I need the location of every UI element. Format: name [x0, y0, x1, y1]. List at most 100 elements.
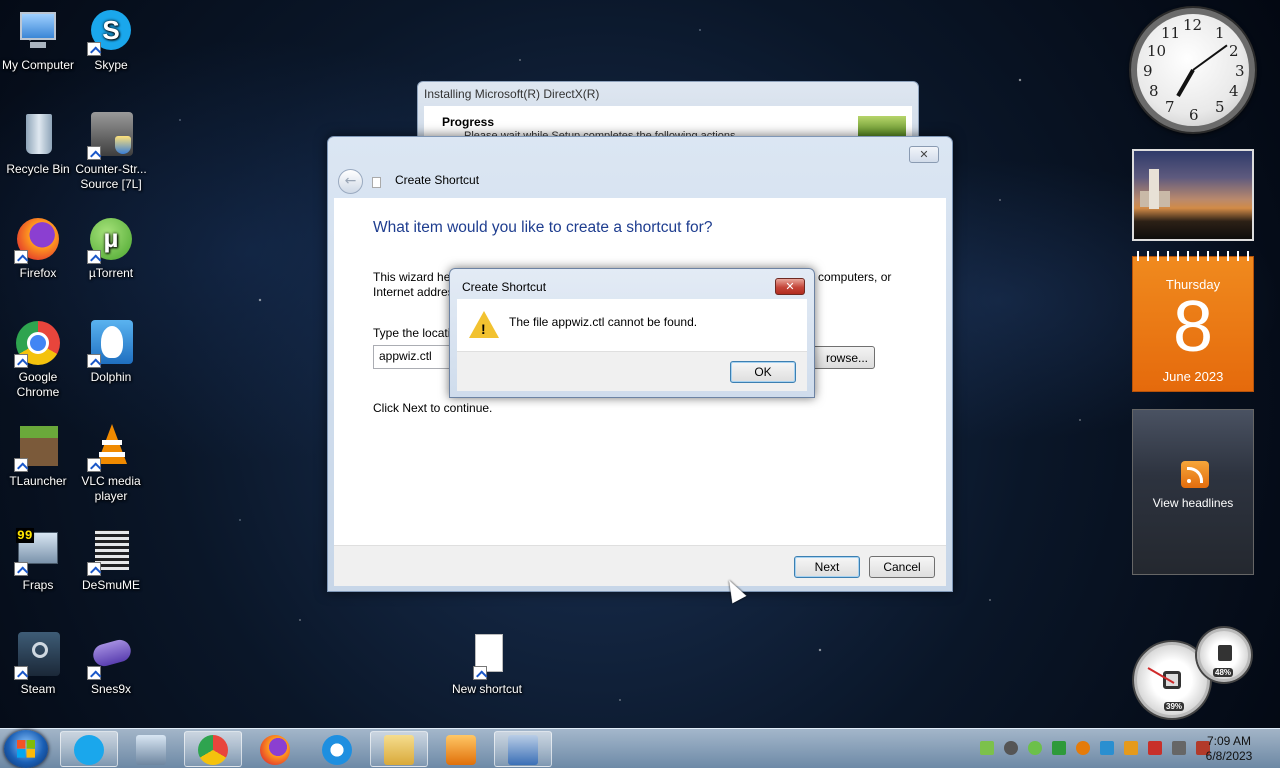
dialog-title: Create Shortcut [462, 280, 547, 294]
desktop-icon-desmume[interactable]: DeSmuME [73, 528, 149, 593]
clock-gadget[interactable]: 12 1 2 3 4 5 6 7 8 9 10 11 [1131, 8, 1255, 132]
error-dialog[interactable]: Create Shortcut ✕ ! The file appwiz.ctl … [449, 268, 815, 398]
desktop-icon-label: Steam [20, 682, 56, 696]
tray-flag-icon[interactable] [1148, 741, 1162, 755]
desktop-icon-my-computer[interactable]: My Computer [0, 8, 76, 73]
tray-monitor-icon[interactable] [1100, 741, 1114, 755]
next-button[interactable]: Next [794, 556, 860, 578]
taskbar-item-skype[interactable] [60, 731, 118, 767]
shortcut-icon [372, 177, 381, 188]
desktop-icon-new-shortcut[interactable]: New shortcut [449, 632, 525, 697]
desktop-icon-google-chrome[interactable]: Google Chrome [0, 320, 76, 400]
close-button[interactable]: ✕ [909, 146, 939, 163]
desktop-icon-dolphin[interactable]: Dolphin [73, 320, 149, 385]
steam-icon [14, 632, 62, 680]
taskbar-time: 7:09 AM [1206, 734, 1252, 748]
tray-refresh-icon[interactable] [1004, 741, 1018, 755]
desktop-icon-recycle-bin[interactable]: Recycle Bin [0, 112, 76, 177]
clock-number: 6 [1189, 106, 1199, 124]
desktop-icon-label: DeSmuME [81, 578, 140, 592]
desktop-icon-label: TLauncher [9, 474, 67, 488]
tray-utorrent-icon[interactable] [1028, 741, 1042, 755]
taskbar: 7:09 AM 6/8/2023 [0, 728, 1280, 768]
snes9x-icon [87, 632, 135, 680]
view-headlines-link[interactable]: View headlines [1133, 496, 1253, 510]
clock-number: 7 [1165, 98, 1175, 116]
taskbar-item-internet-explorer[interactable] [308, 731, 366, 767]
cpu-value: 39% [1164, 702, 1185, 711]
directx-logo-icon [858, 116, 906, 136]
wizard-heading: What item would you like to create a sho… [373, 219, 713, 236]
taskbar-date: 6/8/2023 [1205, 749, 1253, 763]
desktop-icon-fraps[interactable]: 99 Fraps [0, 528, 76, 593]
media-player-icon [446, 735, 476, 765]
dialog-footer: OK [457, 351, 807, 391]
desktop-icon-label: Skype [94, 58, 128, 72]
taskbar-clock[interactable]: 7:09 AM 6/8/2023 [1196, 734, 1262, 764]
cancel-button[interactable]: Cancel [869, 556, 935, 578]
tray-search-icon[interactable] [1076, 741, 1090, 755]
desktop-icon-counter-strike[interactable]: Counter-Str... Source [7L] [73, 112, 149, 192]
clock-number: 2 [1229, 42, 1239, 60]
warning-mark: ! [481, 321, 486, 337]
rss-icon [1181, 461, 1209, 488]
desktop-icon-firefox[interactable]: Firefox [0, 216, 76, 281]
internet-explorer-icon [322, 735, 352, 765]
tray-app-icon[interactable] [980, 741, 994, 755]
computer-icon [14, 8, 62, 56]
clock-number: 3 [1235, 62, 1245, 80]
tray-warning-icon[interactable] [1124, 741, 1138, 755]
memory-meter-gadget[interactable]: 48% [1197, 628, 1251, 682]
taskbar-item-firefox[interactable] [246, 731, 304, 767]
clock-number: 10 [1147, 42, 1167, 60]
clock-number: 1 [1215, 24, 1225, 42]
chrome-icon [198, 735, 228, 765]
taskbar-item-chrome[interactable] [184, 731, 242, 767]
desktop-icon-label: µTorrent [88, 266, 134, 280]
desktop-icon-skype[interactable]: S Skype [73, 8, 149, 73]
feed-headlines-gadget[interactable]: View headlines [1132, 409, 1254, 575]
clock-number: 12 [1183, 16, 1203, 34]
taskbar-item-media-player[interactable] [432, 731, 490, 767]
start-button[interactable] [4, 730, 48, 768]
close-button[interactable]: ✕ [775, 278, 805, 295]
window-title: Installing Microsoft(R) DirectX(R) [424, 87, 600, 101]
file-icon [463, 632, 511, 680]
description-line-1-end: computers, or [818, 270, 892, 284]
desktop-icon-label: New shortcut [451, 682, 523, 696]
desmume-icon [87, 528, 135, 576]
desktop-icon-label: Fraps [22, 578, 54, 592]
memory-value: 48% [1213, 668, 1234, 677]
desktop-icon-label: Snes9x [90, 682, 132, 696]
recycle-bin-icon [14, 112, 62, 160]
clock-number: 4 [1229, 82, 1239, 100]
clock-number: 5 [1215, 98, 1225, 116]
back-button[interactable]: ← [338, 169, 363, 194]
taskbar-item-directx-setup[interactable] [494, 731, 552, 767]
desktop-icon-label: Dolphin [90, 370, 132, 384]
calendar-rings [1133, 251, 1253, 261]
chrome-icon [14, 320, 62, 368]
wizard-title: Create Shortcut [395, 173, 480, 187]
counter-strike-icon [87, 112, 135, 160]
desktop-icon-label: Counter-Str... Source [7L] [75, 162, 147, 191]
taskbar-item-fraps[interactable] [122, 731, 180, 767]
calendar-gadget[interactable]: Thursday 8 June 2023 [1132, 251, 1254, 392]
desktop-icon-steam[interactable]: Steam [0, 632, 76, 697]
desktop-icon-snes9x[interactable]: Snes9x [73, 632, 149, 697]
fraps-icon [136, 735, 166, 765]
slideshow-gadget[interactable] [1132, 149, 1254, 241]
minute-hand [1192, 44, 1228, 71]
desktop-icon-label: Google Chrome [16, 370, 60, 399]
taskbar-item-file-explorer[interactable] [370, 731, 428, 767]
tray-green-icon[interactable] [1052, 741, 1066, 755]
desktop-icon-vlc[interactable]: VLC media player [73, 424, 149, 504]
hour-hand [1176, 69, 1195, 97]
continue-text: Click Next to continue. [373, 401, 493, 415]
desktop-icon-tlauncher[interactable]: TLauncher [0, 424, 76, 489]
desktop-icon-utorrent[interactable]: µ µTorrent [73, 216, 149, 281]
ok-button[interactable]: OK [730, 361, 796, 383]
tray-network-icon[interactable] [1172, 741, 1186, 755]
error-message: The file appwiz.ctl cannot be found. [509, 315, 698, 329]
lighthouse-tower [1149, 169, 1159, 209]
